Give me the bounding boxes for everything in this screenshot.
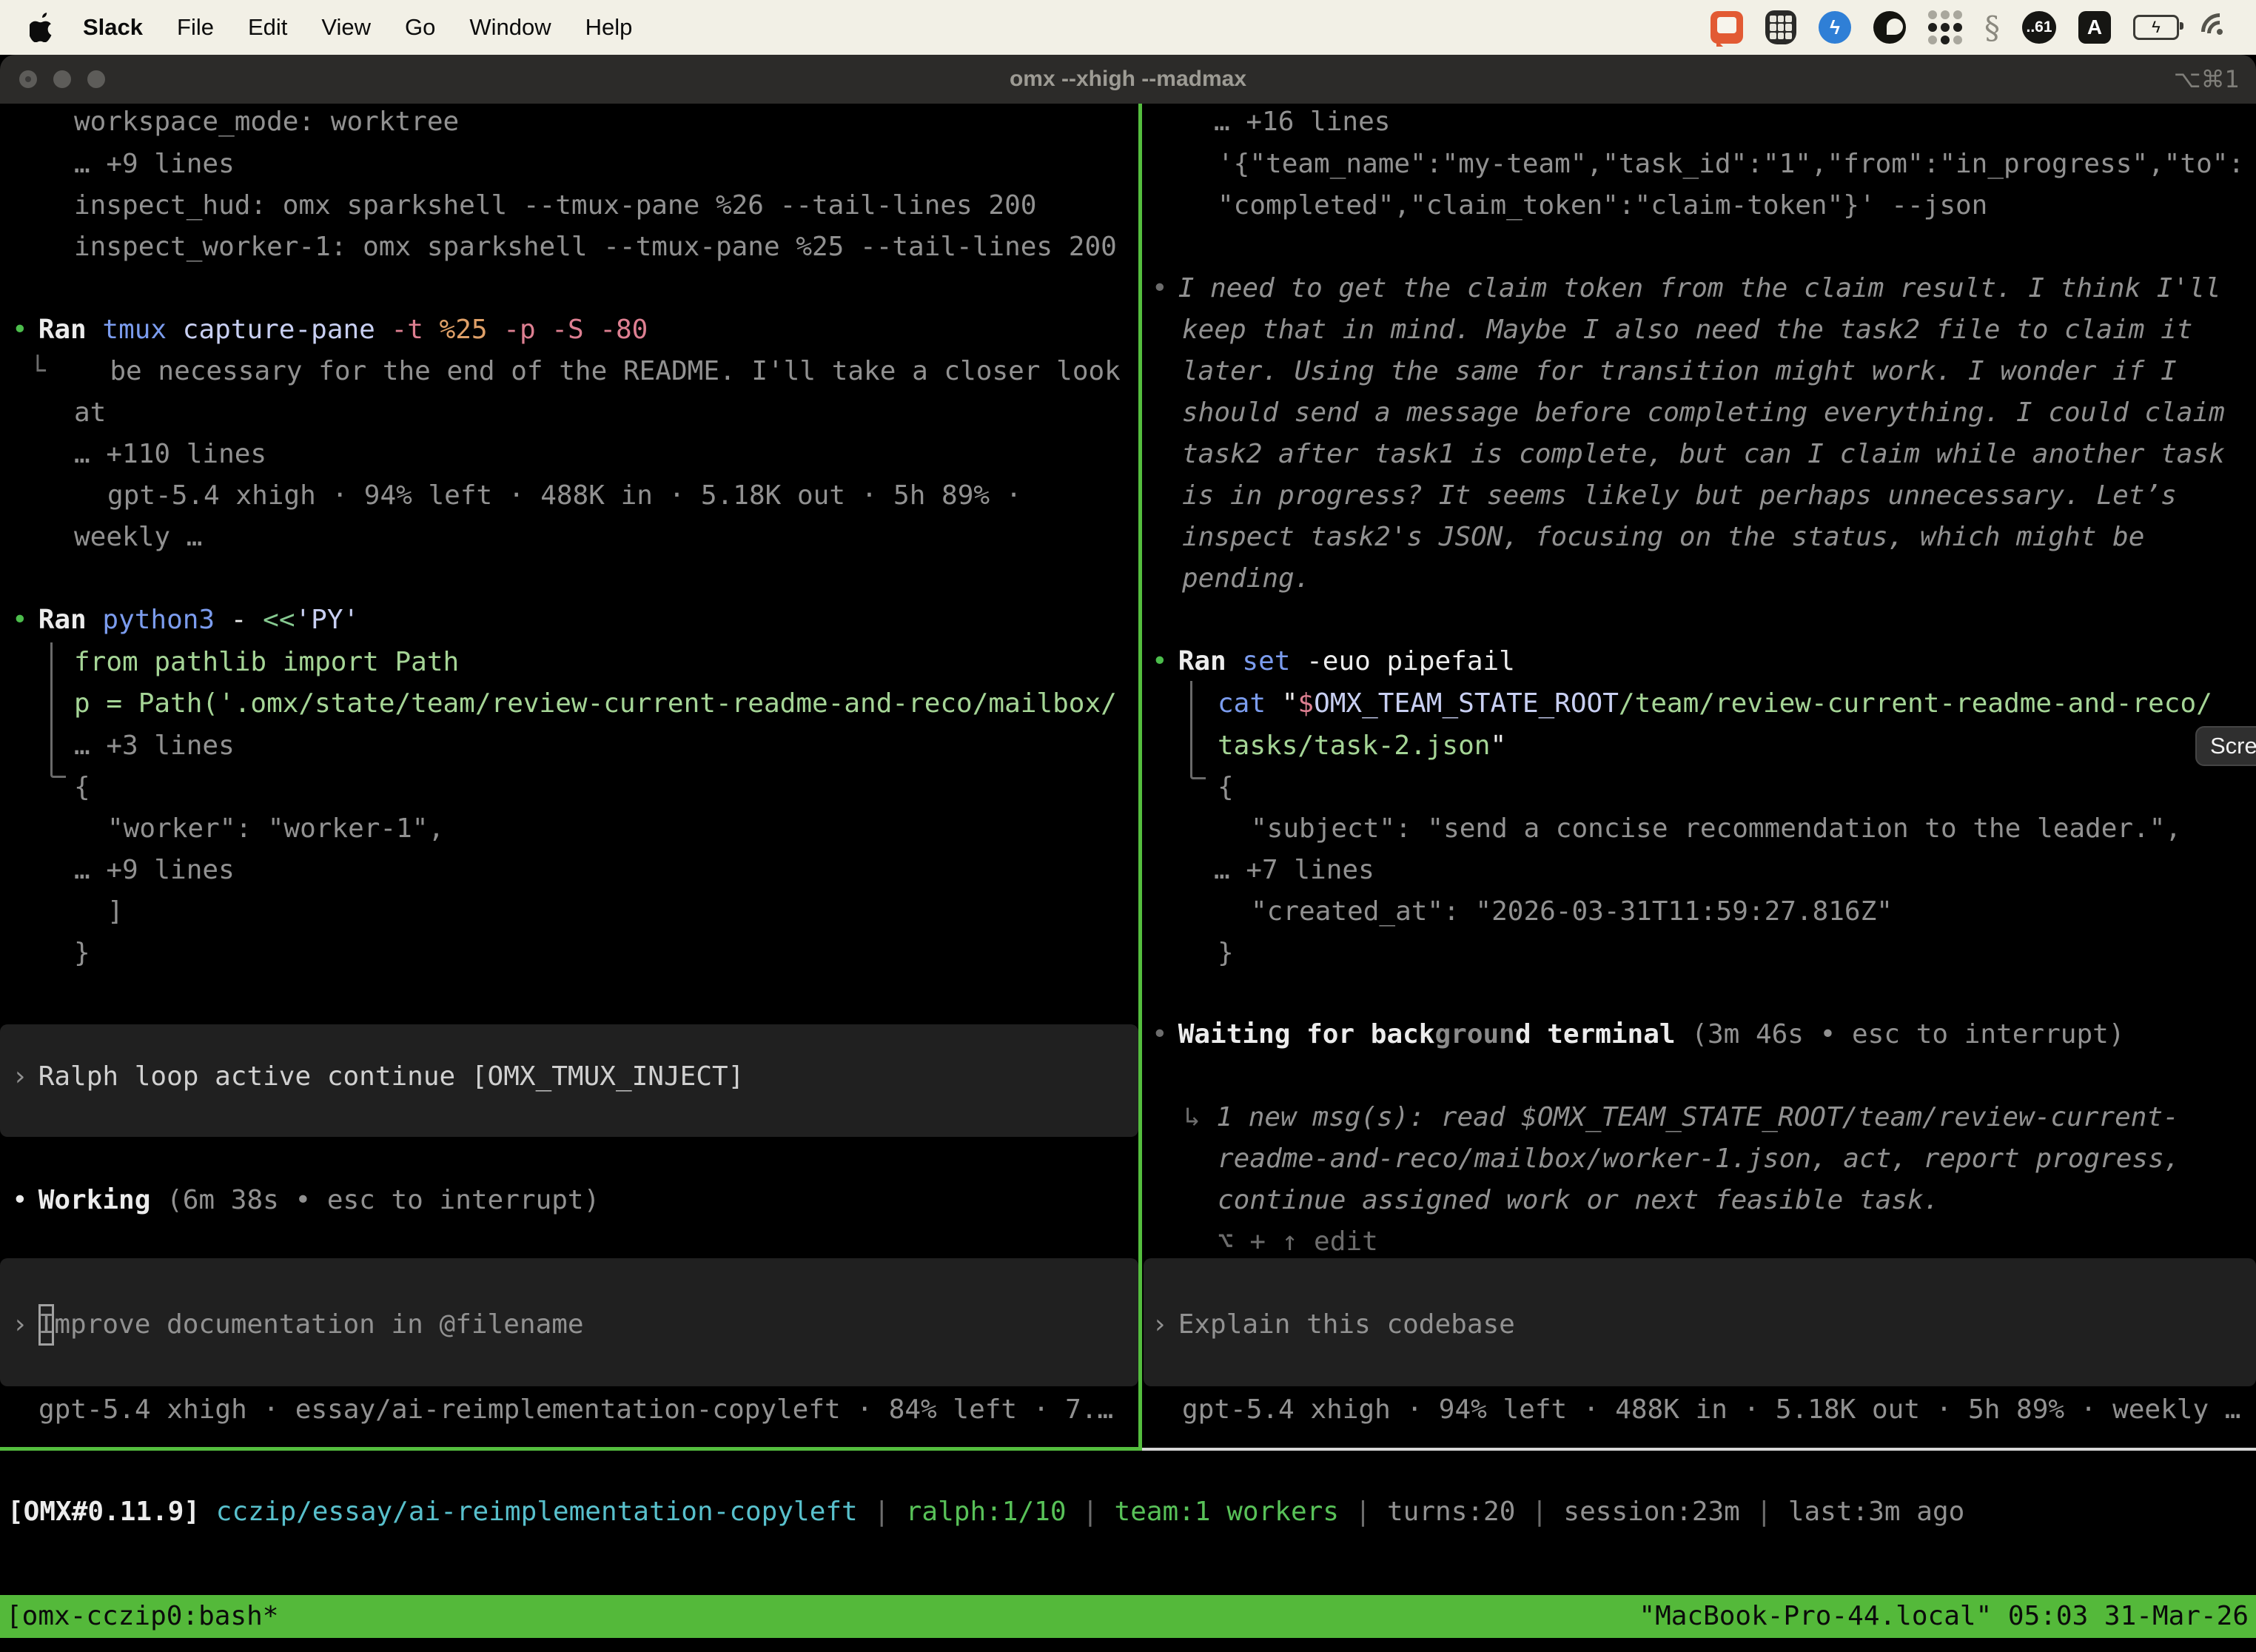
tmux-host-clock: "MacBook-Pro-44.local" 05:03 31-Mar-26 bbox=[1639, 1595, 2249, 1638]
output-connector-line bbox=[1190, 681, 1206, 779]
terminal-line: p = Path('.omx/state/team/review-current… bbox=[74, 683, 1117, 725]
blue-bolt-icon[interactable]: ϟ bbox=[1819, 10, 1851, 45]
tmux-session-window: [omx-cczip0:bash* bbox=[6, 1595, 278, 1638]
terminal-line: "worker": "worker-1", bbox=[107, 808, 444, 850]
menu-item-edit[interactable]: Edit bbox=[248, 14, 287, 41]
terminal-line: workspace_mode: worktree bbox=[74, 104, 459, 143]
menubar-status-icons: ϟ § ..61 A ϟ bbox=[1711, 10, 2238, 45]
terminal-line: cat "$OMX_TEAM_STATE_ROOT/team/review-cu… bbox=[1218, 683, 2212, 725]
terminal-line: readme-and-reco/mailbox/worker-1.json, a… bbox=[1218, 1138, 2180, 1180]
terminal-line: •Ran python3 - <<'PY' bbox=[12, 600, 359, 641]
terminal-line: … +9 lines bbox=[74, 144, 235, 185]
window-shortcut: ⌥⌘1 bbox=[2174, 65, 2240, 93]
terminal-line: •Working (6m 38s • esc to interrupt) bbox=[12, 1180, 600, 1221]
terminal-line: … +3 lines bbox=[74, 725, 235, 767]
terminal-line: ›Explain this codebase bbox=[1152, 1304, 1515, 1346]
terminal-line: ⌥ + ↑ edit bbox=[1218, 1221, 1378, 1263]
right-pane-bottom-border bbox=[1142, 1448, 2256, 1451]
terminal-line: continue assigned work or next feasible … bbox=[1218, 1180, 1939, 1221]
dots-grid-icon[interactable] bbox=[1928, 10, 1962, 45]
menu-item-app[interactable]: Slack bbox=[83, 14, 143, 41]
terminal-line: '{"team_name":"my-team","task_id":"1","f… bbox=[1218, 144, 2244, 185]
count-badge-icon[interactable]: ..61 bbox=[2022, 10, 2056, 45]
terminal-line: pending. bbox=[1182, 558, 1310, 600]
window-title: omx --xhigh --madmax bbox=[0, 67, 2256, 92]
terminal-line: •Ran set -euo pipefail bbox=[1152, 641, 1515, 682]
shield-grid-icon[interactable] bbox=[1765, 10, 1796, 45]
pane-separator-vertical bbox=[1138, 104, 1142, 1448]
left-pane-bottom-border bbox=[0, 1447, 1142, 1451]
terminal-line: ›Improve documentation in @filename bbox=[12, 1304, 584, 1346]
window-title-bar: omx --xhigh --madmax ⌥⌘1 bbox=[0, 55, 2256, 104]
terminal-line: ›Ralph loop active continue [OMX_TMUX_IN… bbox=[12, 1056, 744, 1098]
input-source-icon[interactable]: A bbox=[2078, 10, 2111, 45]
terminal-line: should send a message before completing … bbox=[1182, 392, 2225, 434]
hook-icon[interactable]: § bbox=[1984, 10, 2000, 45]
battery-icon[interactable]: ϟ bbox=[2133, 10, 2179, 45]
terminal-line: •Waiting for background terminal (3m 46s… bbox=[1152, 1014, 2124, 1055]
terminal-line: gpt-5.4 xhigh · 94% left · 488K in · 5.1… bbox=[1182, 1389, 2240, 1431]
terminal-line: later. Using the same for transition mig… bbox=[1182, 351, 2177, 392]
terminal-line: } bbox=[1218, 933, 1234, 974]
terminal-line: keep that in mind. Maybe I also need the… bbox=[1182, 309, 2192, 351]
terminal-line: inspect_hud: omx sparkshell --tmux-pane … bbox=[74, 185, 1036, 226]
terminal-line: at bbox=[74, 392, 106, 434]
tmux-status-bar: [omx-cczip0:bash* "MacBook-Pro-44.local"… bbox=[0, 1595, 2256, 1638]
terminal-line: … +16 lines bbox=[1214, 104, 1390, 143]
menu-items: Slack File Edit View Go Window Help bbox=[83, 14, 632, 41]
terminal-line: } bbox=[74, 933, 90, 974]
terminal-content[interactable]: workspace_mode: worktree… +9 linesinspec… bbox=[0, 104, 2256, 1652]
moon-icon[interactable] bbox=[1873, 10, 1906, 45]
menu-item-go[interactable]: Go bbox=[405, 14, 435, 41]
screen-share-icon[interactable] bbox=[1711, 10, 1743, 45]
terminal-line: [OMX#0.11.9] cczip/essay/ai-reimplementa… bbox=[7, 1491, 1964, 1533]
terminal-line: inspect_worker-1: omx sparkshell --tmux-… bbox=[74, 226, 1117, 268]
terminal-line: ↳ 1 new msg(s): read $OMX_TEAM_STATE_ROO… bbox=[1184, 1097, 2179, 1138]
menu-item-view[interactable]: View bbox=[321, 14, 371, 41]
text-cursor: I bbox=[38, 1304, 55, 1346]
wifi-icon[interactable] bbox=[2201, 10, 2238, 45]
terminal-line: tasks/task-2.json" bbox=[1218, 725, 1506, 767]
menu-item-help[interactable]: Help bbox=[585, 14, 633, 41]
terminal-line: { bbox=[74, 767, 90, 808]
terminal-line: task2 after task1 is complete, but can I… bbox=[1182, 434, 2225, 475]
terminal-line: { bbox=[1218, 767, 1234, 808]
output-connector-line bbox=[50, 642, 66, 778]
terminal-line: … +110 lines bbox=[74, 434, 266, 475]
terminal-line: •I need to get the claim token from the … bbox=[1152, 268, 2221, 309]
terminal-line: ] bbox=[107, 891, 124, 933]
apple-logo-icon[interactable] bbox=[30, 13, 56, 42]
terminal-line: gpt-5.4 xhigh · 94% left · 488K in · 5.1… bbox=[107, 475, 1021, 517]
screen-tooltip: Scre bbox=[2195, 726, 2256, 766]
menu-item-file[interactable]: File bbox=[177, 14, 214, 41]
terminal-line: from pathlib import Path bbox=[74, 642, 459, 683]
terminal-line: is in progress? It seems likely but perh… bbox=[1182, 475, 2177, 517]
terminal-line: "created_at": "2026-03-31T11:59:27.816Z" bbox=[1251, 891, 1893, 933]
menu-item-window[interactable]: Window bbox=[469, 14, 551, 41]
terminal-line: "completed","claim_token":"claim-token"}… bbox=[1218, 185, 1987, 226]
menu-bar: Slack File Edit View Go Window Help ϟ § ..61 … bbox=[0, 0, 2256, 55]
terminal-line: gpt-5.4 xhigh · essay/ai-reimplementatio… bbox=[38, 1389, 1113, 1431]
terminal-line: … +9 lines bbox=[74, 850, 235, 891]
terminal-line: weekly … bbox=[74, 517, 202, 558]
terminal-line: inspect task2's JSON, focusing on the st… bbox=[1182, 517, 2144, 558]
terminal-line: └ be necessary for the end of the README… bbox=[30, 351, 1121, 392]
terminal-line: •Ran tmux capture-pane -t %25 -p -S -80 bbox=[12, 309, 648, 351]
terminal-line: … +7 lines bbox=[1214, 850, 1374, 891]
terminal-line: "subject": "send a concise recommendatio… bbox=[1251, 808, 2181, 850]
